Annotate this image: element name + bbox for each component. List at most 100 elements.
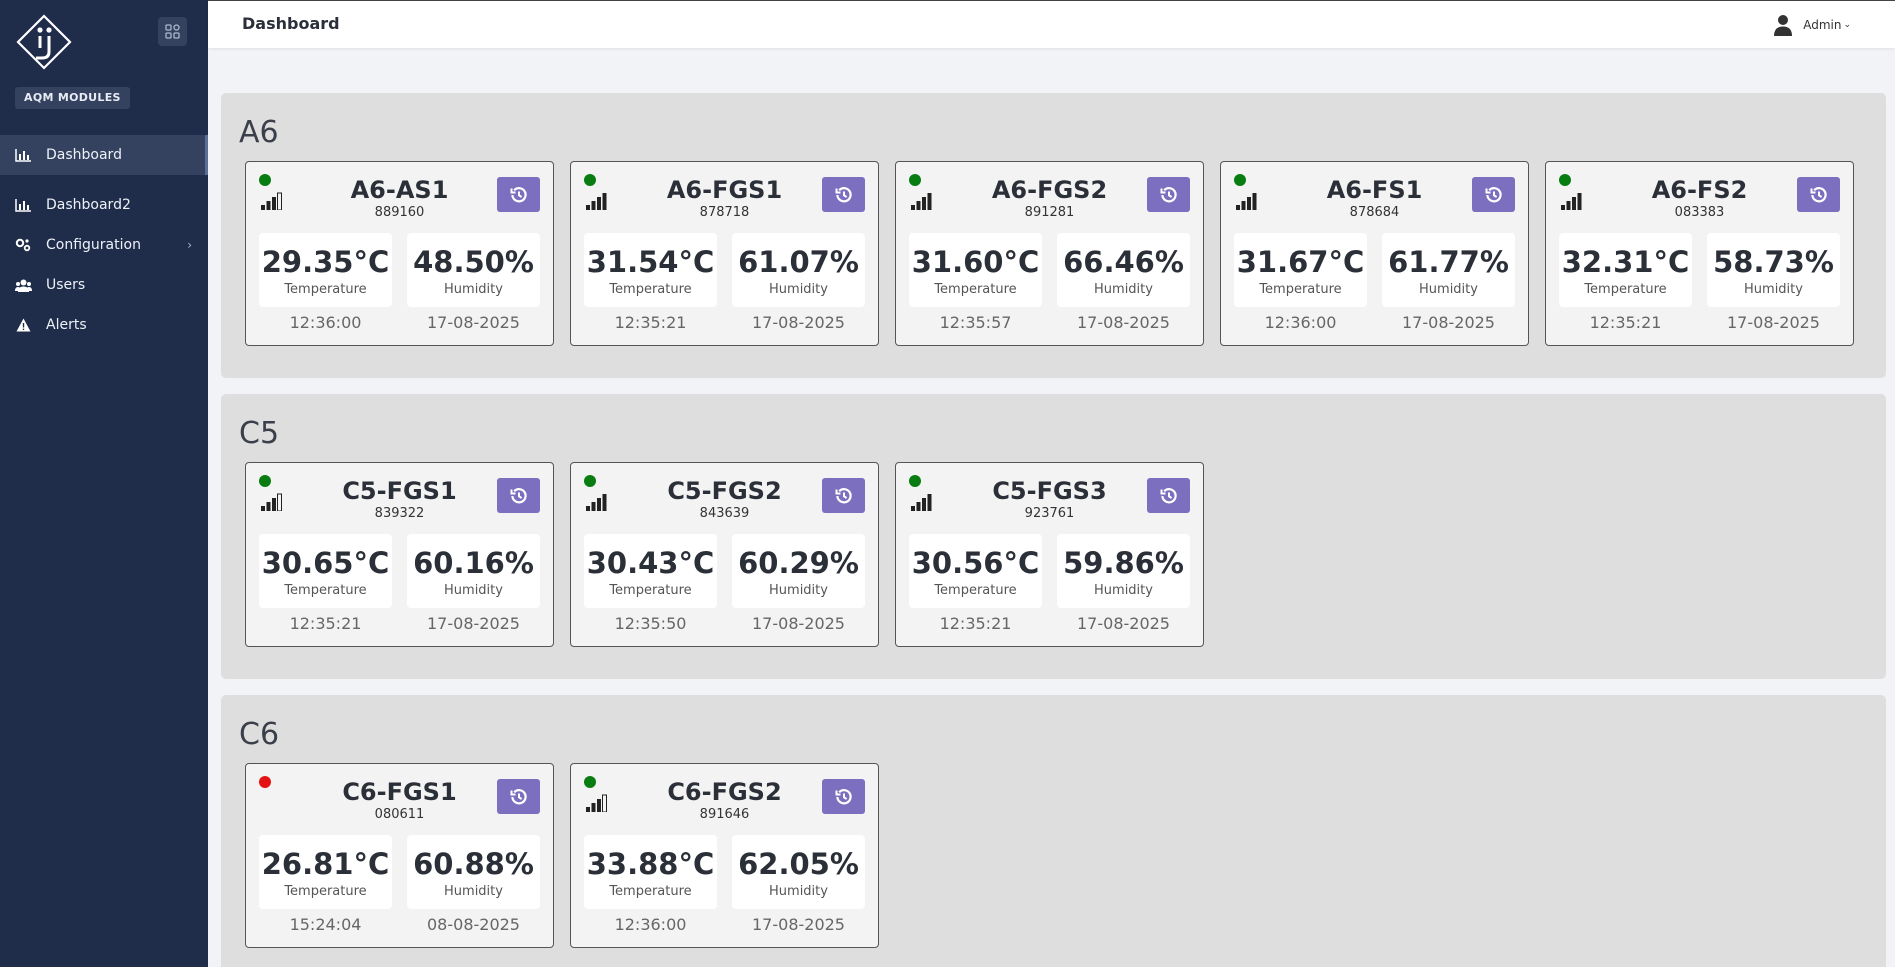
device-group: A6 A6-AS1 889160 29.35°C Temperature 48.50% Hu… bbox=[221, 93, 1886, 378]
history-icon bbox=[1160, 186, 1177, 202]
group-title: A6 bbox=[239, 115, 279, 150]
device-card[interactable]: A6-AS1 889160 29.35°C Temperature 48.50% Humi… bbox=[245, 161, 554, 346]
temperature-tile: 31.60°C Temperature bbox=[909, 233, 1042, 307]
history-button[interactable] bbox=[1797, 177, 1840, 212]
humidity-tile: 60.16% Humidity bbox=[407, 534, 540, 608]
sidebar-item-configuration[interactable]: Configuration › bbox=[0, 225, 208, 265]
dashboard-content: A6 A6-AS1 889160 29.35°C Temperature 48.50% Hu… bbox=[221, 93, 1886, 967]
history-icon bbox=[835, 487, 852, 503]
temperature-label: Temperature bbox=[934, 583, 1017, 598]
humidity-label: Humidity bbox=[1094, 282, 1153, 297]
reading-date: 17-08-2025 bbox=[1402, 313, 1495, 332]
humidity-value: 60.16% bbox=[413, 546, 534, 580]
humidity-tile: 61.07% Humidity bbox=[732, 233, 865, 307]
humidity-tile: 61.77% Humidity bbox=[1382, 233, 1515, 307]
history-icon bbox=[1485, 186, 1502, 202]
temperature-tile: 29.35°C Temperature bbox=[259, 233, 392, 307]
device-card[interactable]: C5-FGS1 839322 30.65°C Temperature 60.16% Hum… bbox=[245, 462, 554, 647]
temperature-value: 33.88°C bbox=[586, 847, 715, 881]
cogs-icon bbox=[14, 237, 32, 253]
users-icon bbox=[14, 277, 32, 293]
reading-date: 17-08-2025 bbox=[752, 915, 845, 934]
humidity-label: Humidity bbox=[1744, 282, 1803, 297]
temperature-label: Temperature bbox=[609, 884, 692, 899]
reading-time: 12:35:21 bbox=[614, 313, 687, 332]
bar-chart-icon bbox=[14, 197, 32, 213]
humidity-label: Humidity bbox=[1094, 583, 1153, 598]
temperature-tile: 30.43°C Temperature bbox=[584, 534, 717, 608]
group-title: C5 bbox=[239, 416, 280, 451]
history-button[interactable] bbox=[822, 478, 865, 513]
temperature-label: Temperature bbox=[1259, 282, 1342, 297]
history-button[interactable] bbox=[1147, 177, 1190, 212]
device-card[interactable]: A6-FS2 083383 32.31°C Temperature 58.73% Humi… bbox=[1545, 161, 1854, 346]
humidity-value: 48.50% bbox=[413, 245, 534, 279]
sidebar-item-label: Dashboard2 bbox=[46, 197, 131, 213]
history-button[interactable] bbox=[497, 177, 540, 212]
user-avatar-icon bbox=[1774, 15, 1793, 36]
reading-date: 17-08-2025 bbox=[1077, 313, 1170, 332]
device-card[interactable]: C6-FGS1 080611 26.81°C Temperature 60.88% Hum… bbox=[245, 763, 554, 948]
menu-toggle-button[interactable] bbox=[158, 17, 187, 46]
humidity-label: Humidity bbox=[769, 583, 828, 598]
temperature-tile: 30.65°C Temperature bbox=[259, 534, 392, 608]
reading-time: 12:35:57 bbox=[939, 313, 1012, 332]
sidebar-item-alerts[interactable]: Alerts bbox=[0, 305, 208, 345]
history-button[interactable] bbox=[822, 779, 865, 814]
history-icon bbox=[835, 788, 852, 804]
reading-date: 17-08-2025 bbox=[752, 614, 845, 633]
grid-icon bbox=[165, 24, 180, 39]
history-button[interactable] bbox=[822, 177, 865, 212]
device-card-list: A6-AS1 889160 29.35°C Temperature 48.50% Humi… bbox=[245, 161, 1886, 346]
company-logo[interactable] bbox=[16, 14, 72, 70]
reading-time: 15:24:04 bbox=[289, 915, 362, 934]
reading-date: 08-08-2025 bbox=[427, 915, 520, 934]
reading-time: 12:36:00 bbox=[1264, 313, 1337, 332]
device-card[interactable]: C5-FGS2 843639 30.43°C Temperature 60.29% Hum… bbox=[570, 462, 879, 647]
history-button[interactable] bbox=[497, 478, 540, 513]
temperature-tile: 31.67°C Temperature bbox=[1234, 233, 1367, 307]
device-card[interactable]: C6-FGS2 891646 33.88°C Temperature 62.05% Hum… bbox=[570, 763, 879, 948]
device-card-list: C6-FGS1 080611 26.81°C Temperature 60.88% Hum… bbox=[245, 763, 1886, 948]
device-card[interactable]: C5-FGS3 923761 30.56°C Temperature 59.86% Hum… bbox=[895, 462, 1204, 647]
warning-icon bbox=[14, 317, 32, 333]
history-icon bbox=[510, 186, 527, 202]
temperature-value: 32.31°C bbox=[1561, 245, 1690, 279]
temperature-label: Temperature bbox=[1584, 282, 1667, 297]
sidebar-item-dashboard2[interactable]: Dashboard2 bbox=[0, 185, 208, 225]
reading-time: 12:35:21 bbox=[289, 614, 362, 633]
sidebar-item-label: Alerts bbox=[46, 317, 87, 333]
humidity-label: Humidity bbox=[1419, 282, 1478, 297]
humidity-tile: 60.29% Humidity bbox=[732, 534, 865, 608]
humidity-tile: 58.73% Humidity bbox=[1707, 233, 1840, 307]
humidity-value: 61.77% bbox=[1388, 245, 1509, 279]
history-icon bbox=[835, 186, 852, 202]
sidebar-nav: Dashboard Dashboard2 Configuration › Use… bbox=[0, 135, 208, 345]
history-button[interactable] bbox=[1147, 478, 1190, 513]
user-menu[interactable]: Admin ⌄ bbox=[1773, 14, 1851, 36]
humidity-value: 66.46% bbox=[1063, 245, 1184, 279]
sidebar-item-users[interactable]: Users bbox=[0, 265, 208, 305]
reading-time: 12:35:50 bbox=[614, 614, 687, 633]
history-button[interactable] bbox=[497, 779, 540, 814]
temperature-label: Temperature bbox=[609, 282, 692, 297]
top-bar: Dashboard Admin ⌄ bbox=[208, 0, 1895, 48]
device-card[interactable]: A6-FGS1 878718 31.54°C Temperature 61.07% Hum… bbox=[570, 161, 879, 346]
temperature-value: 29.35°C bbox=[261, 245, 390, 279]
temperature-value: 31.60°C bbox=[911, 245, 1040, 279]
temperature-tile: 30.56°C Temperature bbox=[909, 534, 1042, 608]
reading-date: 17-08-2025 bbox=[1727, 313, 1820, 332]
temperature-tile: 31.54°C Temperature bbox=[584, 233, 717, 307]
page-title: Dashboard bbox=[242, 14, 340, 33]
history-button[interactable] bbox=[1472, 177, 1515, 212]
reading-date: 17-08-2025 bbox=[752, 313, 845, 332]
humidity-label: Humidity bbox=[769, 282, 828, 297]
device-group: C6 C6-FGS1 080611 26.81°C Temperature 60.88% H… bbox=[221, 695, 1886, 967]
device-card[interactable]: A6-FGS2 891281 31.60°C Temperature 66.46% Hum… bbox=[895, 161, 1204, 346]
history-icon bbox=[510, 788, 527, 804]
device-card[interactable]: A6-FS1 878684 31.67°C Temperature 61.77% Humi… bbox=[1220, 161, 1529, 346]
history-icon bbox=[1810, 186, 1827, 202]
reading-date: 17-08-2025 bbox=[427, 313, 520, 332]
temperature-value: 30.56°C bbox=[911, 546, 1040, 580]
sidebar-item-dashboard[interactable]: Dashboard bbox=[0, 135, 208, 175]
